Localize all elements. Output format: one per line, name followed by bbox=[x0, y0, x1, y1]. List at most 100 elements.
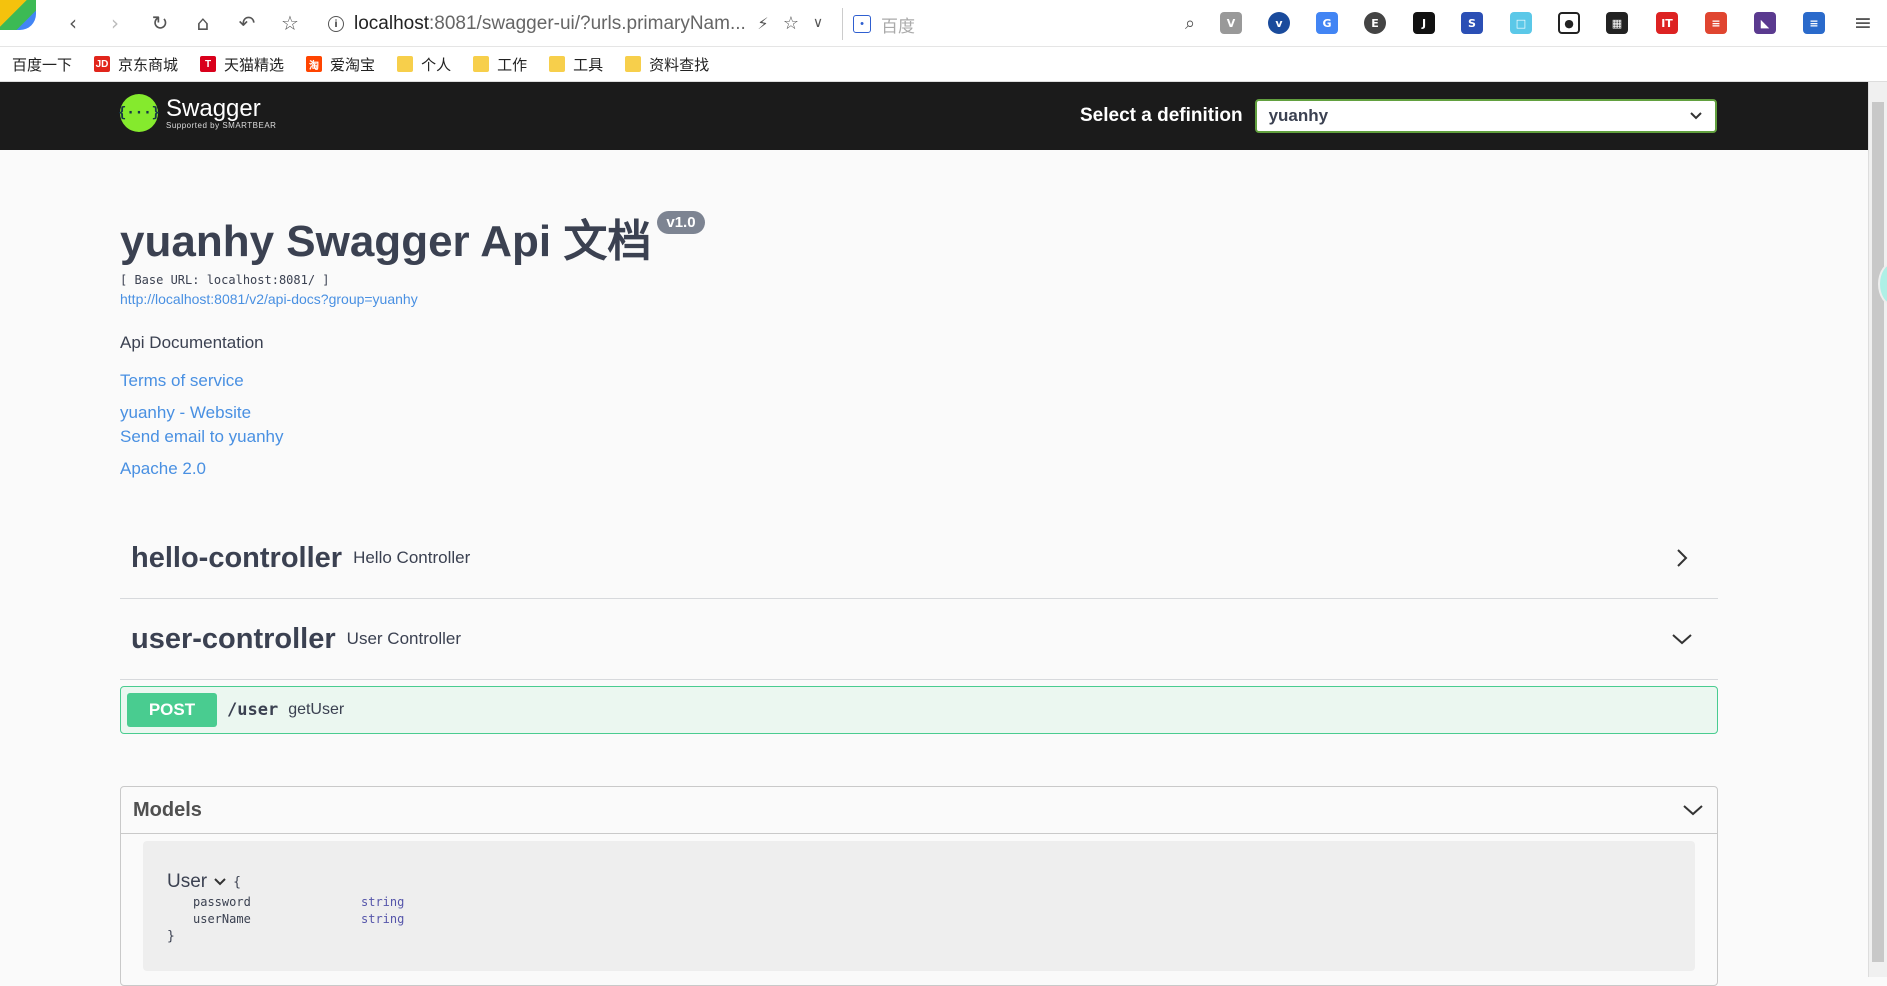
browser-logo-icon bbox=[0, 0, 36, 30]
base-url: [ Base URL: localhost:8081/ ] bbox=[120, 273, 330, 287]
select-definition-label: Select a definition bbox=[1080, 105, 1243, 126]
menu-icon[interactable]: ≡ bbox=[1848, 8, 1878, 38]
lightning-icon[interactable]: ⚡ bbox=[748, 8, 778, 38]
bookmark-item[interactable]: 工具 bbox=[549, 54, 603, 75]
tag-description: Hello Controller bbox=[353, 548, 471, 567]
scrollbar-thumb[interactable] bbox=[1872, 102, 1884, 962]
api-description: Api Documentation bbox=[120, 333, 264, 352]
folder-icon bbox=[397, 56, 414, 72]
website-link[interactable]: yuanhy - Website bbox=[120, 403, 705, 423]
bookmark-label: 京东商城 bbox=[118, 56, 179, 74]
operation-post-user[interactable]: POST /user getUser bbox=[120, 686, 1718, 734]
tag-name: hello-controller bbox=[131, 541, 343, 574]
taobao-icon: 淘 bbox=[306, 56, 323, 72]
definition-selector: Select a definition yuanhy bbox=[1080, 99, 1717, 133]
page-title: yuanhy Swagger Api 文档 v1.0 bbox=[120, 205, 705, 269]
v-ext-icon[interactable]: v bbox=[1268, 12, 1290, 34]
baidu-icon: • bbox=[853, 15, 871, 33]
search-box[interactable]: • 百度 bbox=[842, 8, 1202, 40]
bookmark-label: 爱淘宝 bbox=[330, 56, 376, 74]
browser-chrome: ‹ › ↻ ⌂ ↶ ☆ i localhost:8081/swagger-ui/… bbox=[0, 0, 1887, 82]
license-link[interactable]: Apache 2.0 bbox=[120, 459, 705, 479]
tag-name: user-controller bbox=[131, 622, 336, 655]
bookmark-item[interactable]: T 天猫精选 bbox=[200, 54, 284, 75]
camera-ext-icon[interactable]: ● bbox=[1558, 12, 1580, 34]
bookmark-star-icon[interactable]: ☆ bbox=[275, 8, 305, 38]
logo-text: Swagger bbox=[166, 94, 261, 122]
cyan-ext-icon[interactable]: □ bbox=[1510, 12, 1532, 34]
bookmark-item[interactable]: 百度一下 bbox=[12, 54, 72, 75]
selected-definition: yuanhy bbox=[1268, 106, 1329, 125]
bookmark-item[interactable]: 淘爱淘宝 bbox=[306, 54, 375, 75]
evernote-ext-icon[interactable]: E bbox=[1364, 12, 1386, 34]
back-icon[interactable]: ‹ bbox=[58, 8, 88, 38]
prop-name: password bbox=[193, 895, 251, 909]
qrcode-ext-icon[interactable]: ▦ bbox=[1606, 12, 1628, 34]
swagger-topbar: {···} Swagger Supported by SMARTBEAR Sel… bbox=[0, 82, 1868, 150]
open-brace: { bbox=[233, 874, 241, 890]
search-placeholder: 百度 bbox=[881, 16, 915, 36]
spec-url-link[interactable]: http://localhost:8081/v2/api-docs?group=… bbox=[120, 291, 705, 307]
models-title: Models bbox=[133, 798, 202, 821]
tag-description: User Controller bbox=[346, 629, 461, 648]
model-user: User { password string userName string } bbox=[143, 841, 1695, 971]
method-badge: POST bbox=[127, 693, 217, 727]
folder-icon bbox=[549, 56, 566, 72]
bookmark-item[interactable]: JD 京东商城 bbox=[94, 54, 178, 75]
close-brace: } bbox=[167, 929, 175, 944]
blue2-ext-icon[interactable]: ≡ bbox=[1803, 12, 1825, 34]
translate-ext-icon[interactable]: G bbox=[1316, 12, 1338, 34]
chevron-down-icon bbox=[1672, 634, 1692, 645]
undo-icon[interactable]: ↶ bbox=[232, 8, 262, 38]
logo-subtext: Supported by SMARTBEAR bbox=[166, 120, 277, 130]
bookmark-label: 个人 bbox=[421, 56, 452, 74]
red-ext-icon[interactable]: ≡ bbox=[1705, 12, 1727, 34]
models-header[interactable]: Models bbox=[121, 787, 1717, 834]
info-icon: i bbox=[328, 16, 344, 32]
bookmark-label: 天猫精选 bbox=[224, 56, 285, 74]
url-host: localhost bbox=[354, 13, 429, 34]
operation-path: /user bbox=[227, 700, 279, 720]
model-toggle[interactable]: User { bbox=[167, 871, 241, 893]
it-ext-icon[interactable]: IT bbox=[1656, 12, 1678, 34]
terms-of-service-link[interactable]: Terms of service bbox=[120, 371, 705, 391]
version-badge: v1.0 bbox=[657, 211, 705, 234]
tag-user-controller[interactable]: user-controller User Controller bbox=[120, 599, 1718, 680]
prop-type: string bbox=[361, 912, 405, 926]
chevron-right-icon bbox=[1677, 549, 1688, 567]
search-icon[interactable]: ⌕ bbox=[1175, 8, 1205, 38]
models-section: Models User { password string userName s… bbox=[120, 786, 1718, 986]
model-name: User bbox=[167, 871, 208, 892]
bookmark-item[interactable]: 工作 bbox=[473, 54, 527, 75]
swagger-logo-icon: {···} bbox=[118, 94, 160, 132]
scrollbar[interactable] bbox=[1868, 82, 1887, 977]
prop-type: string bbox=[361, 895, 405, 909]
blue-ext-icon[interactable]: S bbox=[1461, 12, 1483, 34]
url-rest: :8081/swagger-ui/?urls.primaryNam... bbox=[429, 13, 746, 34]
purple-ext-icon[interactable]: ◣ bbox=[1754, 12, 1776, 34]
tmall-icon: T bbox=[200, 56, 217, 72]
bookmark-item[interactable]: 个人 bbox=[397, 54, 451, 75]
dropdown-icon[interactable]: ∨ bbox=[803, 8, 833, 38]
operation-summary: getUser bbox=[288, 701, 345, 718]
home-icon[interactable]: ⌂ bbox=[188, 8, 218, 38]
definition-dropdown[interactable]: yuanhy bbox=[1254, 99, 1717, 133]
bookmark-item[interactable]: 资料查找 bbox=[625, 54, 709, 75]
vivaldi-ext-icon[interactable]: V bbox=[1220, 12, 1242, 34]
forward-icon[interactable]: › bbox=[100, 8, 130, 38]
bookmark-label: 百度一下 bbox=[12, 56, 73, 74]
bookmark-label: 资料查找 bbox=[649, 56, 710, 74]
email-link[interactable]: Send email to yuanhy bbox=[120, 427, 705, 447]
api-info: yuanhy Swagger Api 文档 v1.0 [ Base URL: l… bbox=[120, 205, 705, 479]
chevron-down-icon bbox=[214, 878, 226, 886]
reload-icon[interactable]: ↻ bbox=[145, 8, 175, 38]
bookmarks-bar: 百度一下 JD 京东商城 T 天猫精选 淘爱淘宝 个人 工作 工具 资料查找 bbox=[0, 48, 719, 80]
bookmark-label: 工作 bbox=[497, 56, 528, 74]
favorite-icon[interactable]: ☆ bbox=[776, 8, 806, 38]
bookmark-label: 工具 bbox=[573, 56, 604, 74]
tag-hello-controller[interactable]: hello-controller Hello Controller bbox=[120, 518, 1718, 599]
folder-icon bbox=[473, 56, 490, 72]
swagger-logo[interactable]: {···} Swagger Supported by SMARTBEAR bbox=[118, 94, 277, 132]
dark-ext-icon[interactable]: J bbox=[1413, 12, 1435, 34]
folder-icon bbox=[625, 56, 642, 72]
